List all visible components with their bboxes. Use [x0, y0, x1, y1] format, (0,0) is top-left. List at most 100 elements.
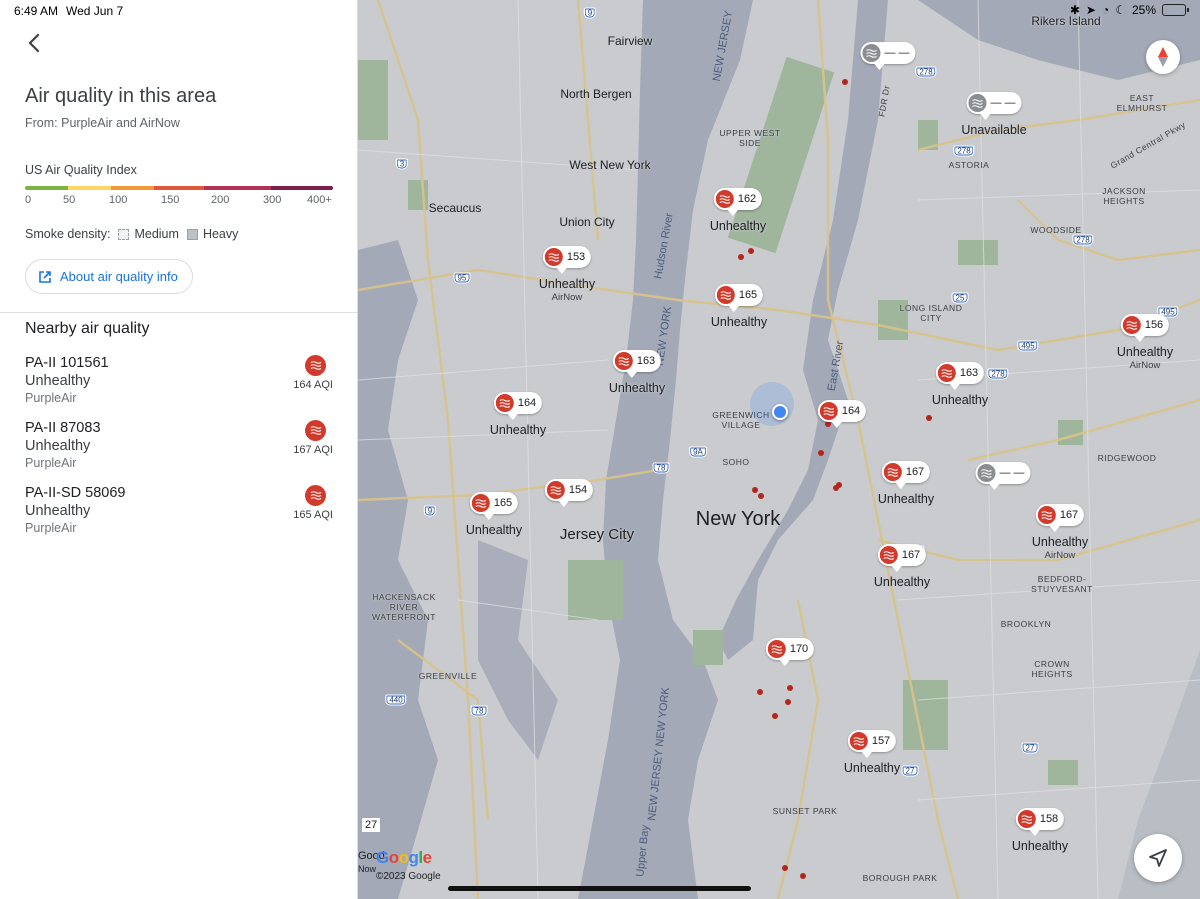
aqi-scale-segment: [203, 186, 272, 190]
sensor-dot[interactable]: [748, 248, 754, 254]
compass-icon: [1158, 47, 1168, 67]
aqi-marker-pill: 157: [847, 730, 897, 758]
aqi-scale-label: US Air Quality Index: [25, 163, 137, 177]
sensor-dot[interactable]: [836, 482, 842, 488]
air-quality-icon: [968, 94, 987, 112]
place-label: BOROUGH PARK: [862, 873, 938, 883]
place-label: GREENVILLE: [418, 671, 478, 681]
aqi-marker-pill: 163: [612, 350, 662, 378]
aqi-marker-pill: 158: [1015, 808, 1065, 836]
sensor-dot[interactable]: [772, 713, 778, 719]
air-quality-icon: [544, 248, 563, 266]
aqi-scale-segment: [154, 186, 204, 190]
aqi-marker-status: Unhealthy: [489, 423, 547, 437]
aqi-marker[interactable]: 170: [765, 638, 815, 666]
aqi-marker[interactable]: 167: [877, 544, 927, 572]
sensor-dot[interactable]: [752, 487, 758, 493]
edge-label-now: Now: [358, 864, 377, 874]
back-button[interactable]: [20, 28, 50, 58]
route-shield: 495: [1017, 340, 1039, 352]
aqi-marker-label: Unavailable: [961, 123, 1026, 137]
aqi-marker-value: 167: [901, 549, 921, 561]
route-shield: 78: [652, 462, 670, 474]
air-quality-icon: [305, 420, 326, 441]
aqi-marker-value: 163: [959, 367, 979, 379]
home-indicator[interactable]: [448, 886, 751, 891]
aqi-marker-status: Unhealthy: [931, 393, 989, 407]
station-source: PurpleAir: [25, 521, 77, 535]
map-view[interactable]: Rikers Island Fairview North Bergen West Ne…: [358, 0, 1200, 899]
aqi-marker[interactable]: 165: [469, 492, 519, 520]
smoke-heavy-label: Heavy: [202, 227, 239, 241]
air-quality-icon: [1122, 316, 1141, 334]
aqi-marker-source: AirNow: [1044, 550, 1076, 561]
aqi-marker[interactable]: 164: [493, 392, 543, 420]
aqi-marker-status: Unhealthy: [1011, 839, 1069, 853]
sensor-dot[interactable]: [787, 685, 793, 691]
place-label: BEDFORD-STUYVESANT: [1031, 574, 1093, 594]
smoke-density-legend: Smoke density: Medium Heavy: [25, 227, 238, 241]
compass-button[interactable]: [1146, 40, 1180, 74]
aqi-marker-value: 153: [566, 251, 586, 263]
aqi-marker-value: 157: [871, 735, 891, 747]
place-label: BROOKLYN: [1000, 619, 1052, 629]
sensor-dot[interactable]: [738, 254, 744, 260]
station-list-item[interactable]: PA-II-SD 58069 Unhealthy PurpleAir 165 AQI: [0, 485, 358, 547]
aqi-marker-status: Unhealthy: [877, 492, 935, 506]
aqi-marker-pill: 165: [469, 492, 519, 520]
aqi-marker[interactable]: — —: [966, 92, 1022, 120]
aqi-marker[interactable]: — —: [975, 462, 1031, 490]
aqi-marker[interactable]: 157: [847, 730, 897, 758]
about-air-quality-button[interactable]: About air quality info: [25, 259, 193, 294]
aqi-marker[interactable]: 153: [542, 246, 592, 274]
aqi-marker[interactable]: 167: [881, 461, 931, 489]
aqi-marker-status: Unhealthy: [873, 575, 931, 589]
route-shield: 278: [953, 145, 975, 157]
sensor-dot[interactable]: [757, 689, 763, 695]
aqi-marker[interactable]: 162: [713, 188, 763, 216]
station-aqi: 167 AQI: [293, 444, 333, 456]
aqi-scale-tick: 50: [63, 194, 76, 206]
aqi-marker-label: Unhealthy: [878, 492, 934, 506]
aqi-marker-label: Unhealthy: [874, 575, 930, 589]
aqi-scale-tick: 200: [211, 194, 230, 206]
aqi-marker[interactable]: — —: [860, 42, 916, 70]
aqi-color-scale: [25, 186, 333, 190]
sensor-dot[interactable]: [926, 415, 932, 421]
aqi-scale-tick: 100: [109, 194, 128, 206]
aqi-marker-label: Unhealthy: [609, 381, 665, 395]
air-quality-icon: [937, 364, 956, 382]
air-quality-icon: [767, 640, 786, 658]
place-label: New York: [695, 508, 781, 530]
sensor-dot[interactable]: [782, 865, 788, 871]
aqi-marker-label: Unhealthy AirNow: [1032, 535, 1088, 563]
aqi-marker-label: Unhealthy: [711, 315, 767, 329]
aqi-marker[interactable]: 156: [1120, 314, 1170, 342]
sensor-dot[interactable]: [800, 873, 806, 879]
aqi-scale-segment: [25, 186, 69, 190]
aqi-marker[interactable]: 163: [612, 350, 662, 378]
place-label: Union City: [559, 215, 615, 229]
aqi-marker-value: 170: [789, 643, 809, 655]
sensor-dot[interactable]: [758, 493, 764, 499]
aqi-marker[interactable]: 158: [1015, 808, 1065, 836]
aqi-marker[interactable]: 165: [714, 284, 764, 312]
aqi-marker-pill: 156: [1120, 314, 1170, 342]
place-label: RIDGEWOOD: [1097, 453, 1157, 463]
station-list-item[interactable]: PA-II 87083 Unhealthy PurpleAir 167 AQI: [0, 420, 358, 482]
aqi-marker[interactable]: 163: [935, 362, 985, 390]
sensor-dot[interactable]: [785, 699, 791, 705]
route-shield: 9A: [689, 446, 707, 458]
station-list-item[interactable]: PA-II 101561 Unhealthy PurpleAir 164 AQI: [0, 355, 358, 417]
aqi-marker[interactable]: 167: [1035, 504, 1085, 532]
my-location-button[interactable]: [1134, 834, 1182, 882]
aqi-marker[interactable]: 154: [544, 479, 594, 507]
aqi-marker-pill: 164: [493, 392, 543, 420]
aqi-marker-pill: 164: [817, 400, 867, 428]
sensor-dot[interactable]: [818, 450, 824, 456]
aqi-marker-value: 165: [738, 289, 758, 301]
place-label: EAST ELMHURST: [1116, 93, 1168, 113]
aqi-marker[interactable]: 164: [817, 400, 867, 428]
sensor-dot[interactable]: [842, 79, 848, 85]
navigation-arrow-icon: [1149, 849, 1167, 867]
